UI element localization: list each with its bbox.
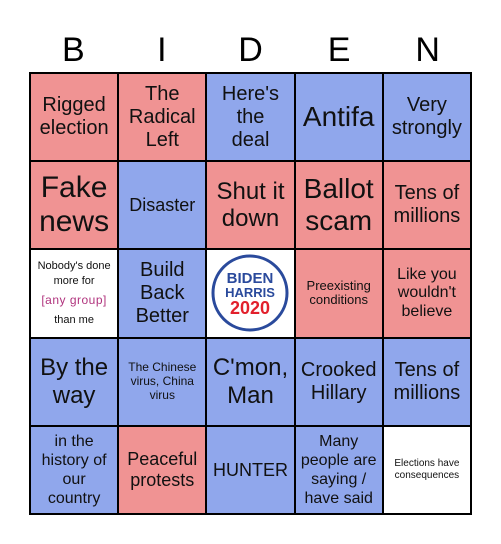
bingo-cell[interactable]: Tens of millions <box>383 162 470 249</box>
header-letter-i: I <box>157 31 167 69</box>
logo-line3: 2020 <box>230 298 270 318</box>
cell-text: Shut it down <box>216 177 285 233</box>
bingo-cell[interactable]: The Chinese virus, China virus <box>119 338 206 425</box>
bingo-cell[interactable]: By the way <box>31 338 118 425</box>
cell-text: than me <box>54 314 94 327</box>
bingo-cell[interactable]: Preexisting conditions <box>295 250 382 337</box>
cell-text: Many people are saying / have said <box>300 432 377 508</box>
bingo-header: B I D E N <box>29 28 472 72</box>
bingo-cell[interactable]: Here's the deal <box>207 74 294 161</box>
cell-text: in the history of our country <box>41 432 107 508</box>
bingo-cell[interactable]: Ballot scam <box>295 162 382 249</box>
bingo-cell[interactable]: C'mon, Man <box>207 338 294 425</box>
bingo-cell[interactable]: Like you wouldn't believe <box>383 250 470 337</box>
bingo-cell[interactable]: Many people are saying / have said <box>295 426 382 513</box>
cell-text: Fake news <box>39 170 110 239</box>
bingo-cell[interactable]: HUNTER <box>207 426 294 513</box>
bingo-cell[interactable]: Rigged election <box>31 74 118 161</box>
bingo-cell[interactable]: Peaceful protests <box>119 426 206 513</box>
bingo-cell[interactable]: Disaster <box>119 162 206 249</box>
header-letter-e: E <box>327 31 351 69</box>
bingo-cell[interactable]: Very strongly <box>383 74 470 161</box>
bingo-cell[interactable]: Elections have consequences <box>383 426 470 513</box>
bingo-cell[interactable]: Shut it down <box>207 162 294 249</box>
highlight-text: [any group] <box>41 292 107 307</box>
cell-text: Peaceful protests <box>127 449 198 490</box>
bingo-cell[interactable]: Fake news <box>31 162 118 249</box>
cell-text: Crooked Hillary <box>300 358 377 404</box>
bingo-cell[interactable]: Antifa <box>295 74 382 161</box>
bingo-cell[interactable]: Tens of millions <box>383 338 470 425</box>
bingo-cell[interactable]: Nobody's done more for [any group] than … <box>31 250 118 337</box>
bingo-cell[interactable]: Build Back Better <box>119 250 206 337</box>
cell-text: Rigged election <box>39 94 109 140</box>
bingo-card: Rigged election The Radical Left Here's … <box>29 72 472 515</box>
cell-text: Nobody's done more for <box>37 260 111 287</box>
header-letter-b: B <box>61 31 85 69</box>
cell-text: Build Back Better <box>135 258 189 327</box>
cell-text: Tens of millions <box>393 358 461 404</box>
cell-text: The Chinese virus, China virus <box>128 360 197 402</box>
cell-text: Very strongly <box>391 94 462 140</box>
bingo-cell[interactable]: Crooked Hillary <box>295 338 382 425</box>
header-letter-n: N <box>415 31 440 69</box>
cell-text: Tens of millions <box>393 182 461 228</box>
cell-text: The Radical Left <box>128 82 196 151</box>
biden-harris-logo: BIDEN HARRIS 2020 <box>211 254 289 332</box>
cell-text: Elections have consequences <box>394 458 460 481</box>
bingo-cell[interactable]: in the history of our country <box>31 426 118 513</box>
cell-text: Antifa <box>302 101 375 132</box>
cell-text: By the way <box>40 354 109 409</box>
cell-text: HUNTER <box>212 459 288 480</box>
cell-text: Preexisting conditions <box>306 277 371 308</box>
bingo-cell[interactable]: The Radical Left <box>119 74 206 161</box>
cell-text: Like you wouldn't believe <box>397 265 457 320</box>
free-space[interactable]: BIDEN HARRIS 2020 <box>207 250 294 337</box>
header-letter-d: D <box>238 31 263 69</box>
cell-text: C'mon, Man <box>212 354 289 409</box>
cell-text: Ballot scam <box>303 173 374 237</box>
cell-text: Here's the deal <box>221 82 280 151</box>
cell-text: Disaster <box>129 194 196 215</box>
